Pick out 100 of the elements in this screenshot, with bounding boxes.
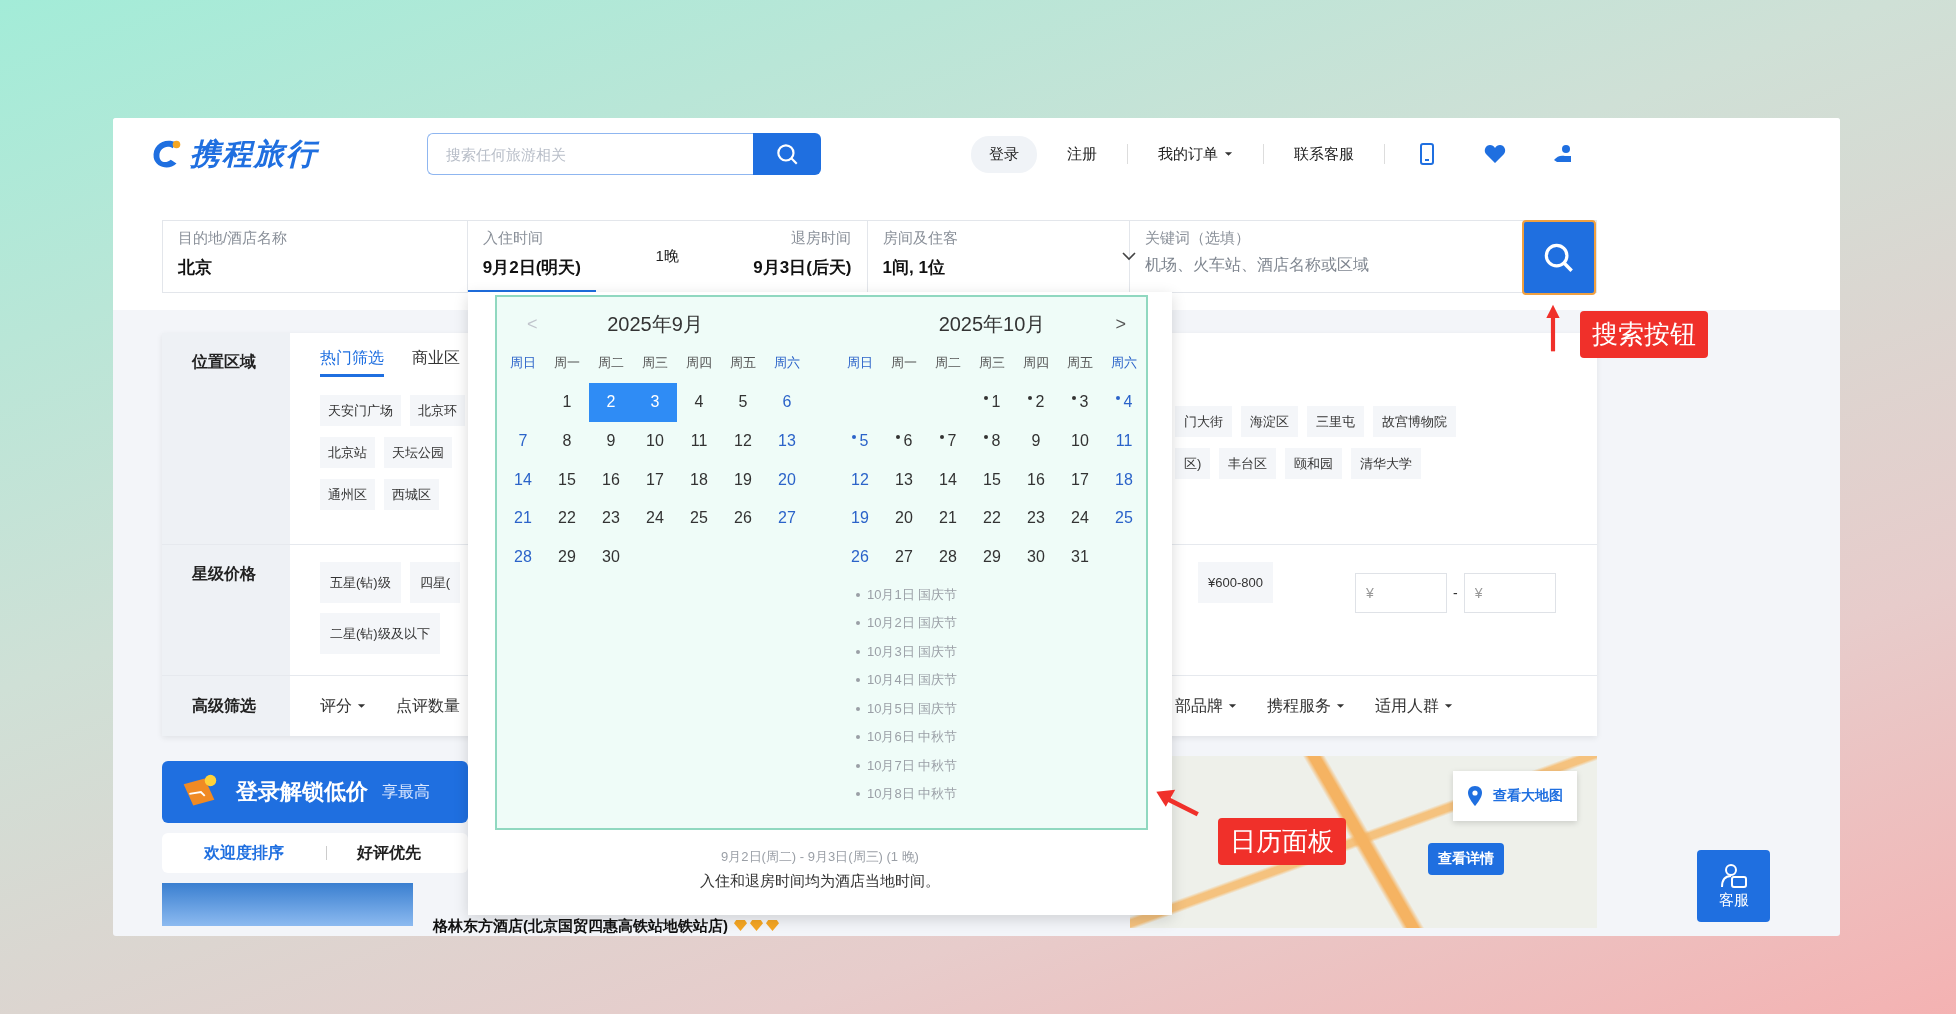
hotel-name[interactable]: 格林东方酒店(北京国贸四惠高铁站地铁站店) bbox=[433, 917, 728, 934]
price-tag[interactable]: ¥600-800 bbox=[1198, 562, 1273, 603]
filter-tab[interactable]: 商业区 bbox=[412, 348, 460, 377]
calendar-day[interactable]: 28 bbox=[501, 537, 545, 577]
calendar-day[interactable]: 23 bbox=[589, 499, 633, 538]
filter-tag[interactable]: 二星(钻)级及以下 bbox=[320, 613, 440, 654]
calendar-day[interactable]: 20 bbox=[765, 460, 809, 500]
calendar-day[interactable]: 25 bbox=[1102, 499, 1146, 538]
filter-tag[interactable]: 四星( bbox=[409, 562, 460, 603]
calendar-day[interactable]: 22 bbox=[545, 499, 589, 538]
calendar-day[interactable]: 12 bbox=[721, 421, 765, 461]
filter-tag[interactable]: 三里屯 bbox=[1307, 406, 1364, 437]
calendar-day[interactable]: 23 bbox=[1014, 499, 1058, 538]
calendar-day[interactable]: 9 bbox=[589, 421, 633, 461]
filter-tag[interactable]: 区) bbox=[1175, 448, 1211, 479]
filter-tag[interactable]: 西城区 bbox=[384, 479, 439, 510]
sort-option[interactable]: 好评优先 bbox=[315, 842, 421, 864]
calendar-day[interactable]: 19 bbox=[721, 460, 765, 500]
filter-dropdown[interactable]: 评分 bbox=[320, 695, 366, 717]
calendar-day[interactable]: 1 bbox=[545, 383, 589, 422]
calendar-day[interactable]: 10 bbox=[1058, 421, 1102, 461]
filter-dropdown[interactable]: 携程服务 bbox=[1267, 695, 1345, 717]
filter-tag[interactable]: 北京环 bbox=[410, 395, 465, 426]
calendar-day[interactable]: 27 bbox=[882, 537, 926, 577]
calendar-day[interactable]: 6 bbox=[765, 383, 809, 422]
filter-tag[interactable]: 清华大学 bbox=[1351, 448, 1422, 479]
calendar-day[interactable]: 14 bbox=[926, 460, 970, 500]
calendar-day[interactable]: 7 bbox=[501, 421, 545, 461]
calendar-day[interactable]: 30 bbox=[1014, 537, 1058, 577]
calendar-day[interactable]: 18 bbox=[677, 460, 721, 500]
calendar-day[interactable]: 7 bbox=[926, 421, 970, 461]
calendar-day[interactable]: 8 bbox=[970, 421, 1014, 461]
calendar-day[interactable]: 17 bbox=[633, 460, 677, 500]
filter-tag[interactable]: 颐和园 bbox=[1285, 448, 1343, 479]
search-button[interactable] bbox=[753, 133, 821, 175]
calendar-day[interactable]: 10 bbox=[633, 421, 677, 461]
calendar-day[interactable]: 4 bbox=[677, 383, 721, 422]
calendar-day[interactable]: 15 bbox=[545, 460, 589, 500]
calendar-day[interactable]: 1 bbox=[970, 383, 1014, 422]
calendar-day[interactable]: 26 bbox=[838, 537, 882, 577]
filter-tag[interactable]: 通州区 bbox=[320, 479, 375, 510]
calendar-day[interactable]: 13 bbox=[765, 421, 809, 461]
calendar-day[interactable]: 21 bbox=[926, 499, 970, 538]
nav-link[interactable]: 我的订单 bbox=[1158, 144, 1233, 164]
calendar-day[interactable]: 11 bbox=[1102, 421, 1146, 461]
calendar-day[interactable]: 3 bbox=[1058, 383, 1102, 422]
calendar-day[interactable]: 24 bbox=[1058, 499, 1102, 538]
view-details-button[interactable]: 查看详情 bbox=[1428, 843, 1504, 875]
calendar-day[interactable]: 22 bbox=[970, 499, 1014, 538]
filter-tag[interactable]: 丰台区 bbox=[1219, 448, 1277, 479]
filter-tag[interactable]: 五星(钻)级 bbox=[320, 562, 401, 603]
filter-tag[interactable]: 天安门广场 bbox=[320, 395, 401, 426]
calendar-day[interactable]: 16 bbox=[589, 460, 633, 500]
calendar-day[interactable]: 31 bbox=[1058, 537, 1102, 577]
calendar-day[interactable]: 9 bbox=[1014, 421, 1058, 461]
calendar-day[interactable]: 24 bbox=[633, 499, 677, 538]
calendar-day[interactable]: 12 bbox=[838, 460, 882, 500]
filter-dropdown[interactable]: 部品牌 bbox=[1175, 695, 1237, 717]
filter-tab[interactable]: 热门筛选 bbox=[320, 348, 384, 377]
calendar-day[interactable]: 5 bbox=[838, 421, 882, 461]
calendar-day[interactable]: 26 bbox=[721, 499, 765, 538]
sort-option[interactable]: 欢迎度排序 bbox=[162, 842, 284, 864]
calendar-day[interactable]: 11 bbox=[677, 421, 721, 461]
calendar-day[interactable]: 15 bbox=[970, 460, 1014, 500]
calendar-day[interactable]: 27 bbox=[765, 499, 809, 538]
nav-link[interactable]: 注册 bbox=[1067, 144, 1097, 164]
customer-service-button[interactable]: 客服 bbox=[1697, 850, 1770, 922]
heart-icon[interactable] bbox=[1483, 142, 1507, 166]
view-map-button[interactable]: 查看大地图 bbox=[1453, 771, 1577, 821]
calendar-day[interactable]: 29 bbox=[545, 537, 589, 577]
filter-tag[interactable]: 门大街 bbox=[1175, 406, 1232, 437]
calendar-day[interactable]: 2 bbox=[1014, 383, 1058, 422]
calendar-day[interactable]: 20 bbox=[882, 499, 926, 538]
min-price-field[interactable]: ¥ bbox=[1354, 573, 1447, 613]
calendar-day[interactable]: 19 bbox=[838, 499, 882, 538]
filter-tag[interactable]: 故宫博物院 bbox=[1373, 406, 1456, 437]
nav-link[interactable]: 联系客服 bbox=[1294, 144, 1354, 164]
calendar-day[interactable]: 25 bbox=[677, 499, 721, 538]
calendar-day[interactable]: 30 bbox=[589, 537, 633, 577]
calendar-day[interactable]: 4 bbox=[1102, 383, 1146, 422]
calendar-day[interactable]: 28 bbox=[926, 537, 970, 577]
filter-tag[interactable]: 海淀区 bbox=[1241, 406, 1298, 437]
calendar-day[interactable]: 29 bbox=[970, 537, 1014, 577]
logo-text[interactable]: 携程旅行 bbox=[190, 133, 318, 175]
calendar-day[interactable]: 6 bbox=[882, 421, 926, 461]
calendar-day[interactable]: 18 bbox=[1102, 460, 1146, 500]
calendar-day[interactable]: 8 bbox=[545, 421, 589, 461]
calendar-day[interactable]: 14 bbox=[501, 460, 545, 500]
calendar-day[interactable]: 5 bbox=[721, 383, 765, 422]
filter-dropdown[interactable]: 点评数量 bbox=[396, 695, 460, 717]
max-price-field[interactable]: ¥ bbox=[1463, 573, 1556, 613]
filter-tag[interactable]: 天坛公园 bbox=[384, 437, 452, 468]
calendar-day[interactable]: 21 bbox=[501, 499, 545, 538]
promo-banner[interactable]: 登录解锁低价 享最高 bbox=[162, 761, 468, 823]
calendar-day[interactable]: 13 bbox=[882, 460, 926, 500]
filter-dropdown[interactable]: 适用人群 bbox=[1375, 695, 1453, 717]
calendar-day[interactable]: 17 bbox=[1058, 460, 1102, 500]
search-field[interactable]: 搜索任何旅游相关 bbox=[427, 133, 753, 175]
calendar-day[interactable]: 16 bbox=[1014, 460, 1058, 500]
filter-tag[interactable]: 北京站 bbox=[320, 437, 375, 468]
